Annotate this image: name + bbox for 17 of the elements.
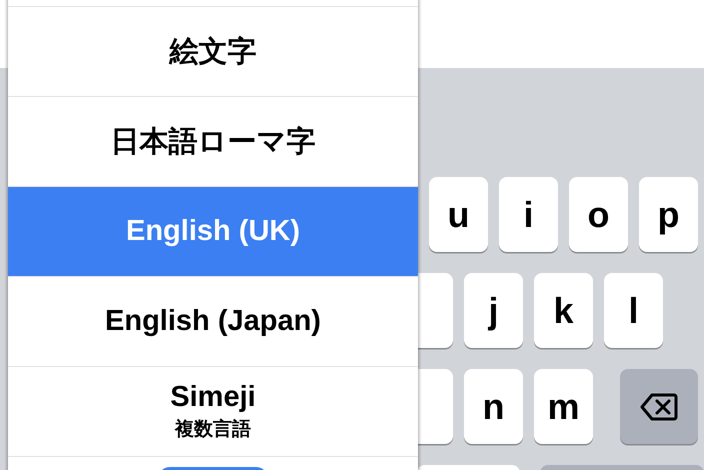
item-label: Simeji <box>170 381 256 414</box>
menu-item[interactable]: English (UK) <box>8 187 418 277</box>
delete-icon <box>640 392 678 420</box>
keyboard-key[interactable]: j <box>464 273 523 348</box>
menu-item[interactable]: 絵文字 <box>8 7 418 97</box>
keyboard-key[interactable]: l <box>604 273 663 348</box>
keyboard-key[interactable]: o <box>569 177 628 252</box>
menu-item[interactable]: Simeji 複数言語 <box>8 367 418 457</box>
keyboard-key[interactable]: k <box>534 273 593 348</box>
keyboard-key[interactable]: p <box>639 177 698 252</box>
keyboard-key[interactable]: i <box>499 177 558 252</box>
keyboard-key[interactable]: m <box>534 369 593 444</box>
keyboard-key[interactable]: u <box>429 177 488 252</box>
delete-key[interactable] <box>620 369 698 444</box>
item-subtitle: 複数言語 <box>175 418 251 442</box>
menu-item[interactable]: English (Japan) <box>8 277 418 367</box>
keyboard-key[interactable]: n <box>464 369 523 444</box>
